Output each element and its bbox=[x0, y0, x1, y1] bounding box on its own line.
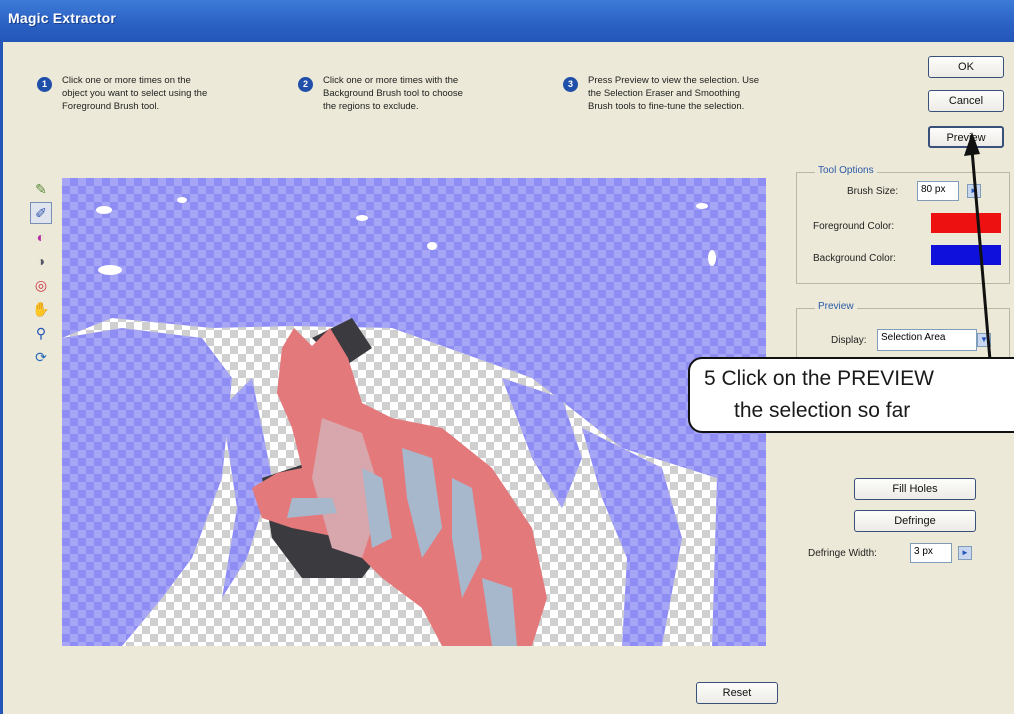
rotate-icon[interactable]: ⟳ bbox=[30, 346, 52, 368]
point-eraser-glyph: ◐ bbox=[36, 229, 46, 245]
zoom-icon[interactable]: ⚲ bbox=[30, 322, 52, 344]
tool-options-legend: Tool Options bbox=[815, 165, 877, 176]
callout-arrow bbox=[964, 132, 992, 361]
step-1-text: Click one or more times on the object yo… bbox=[62, 75, 208, 112]
step-2-number: 2 bbox=[298, 77, 313, 92]
zoom-glyph: ⚲ bbox=[35, 324, 47, 341]
step-3-text: Press Preview to view the selection. Use… bbox=[588, 75, 760, 112]
defringe-width-label: Defringe Width: bbox=[808, 548, 877, 559]
ok-button[interactable]: OK bbox=[928, 56, 1004, 78]
step-3-number: 3 bbox=[563, 77, 578, 92]
instruction-callout: 5 Click on the PREVIEW the selection so … bbox=[688, 357, 1014, 433]
foreground-brush-icon[interactable]: ✎ bbox=[30, 178, 52, 200]
brush-size-input[interactable]: 80 px bbox=[917, 181, 959, 201]
step-2: 2 Click one or more times with the Backg… bbox=[298, 74, 463, 113]
preview-image bbox=[62, 178, 766, 646]
background-brush-glyph: ✐ bbox=[35, 204, 47, 221]
background-brush-icon[interactable]: ✐ bbox=[30, 202, 52, 224]
brush-size-label: Brush Size: bbox=[847, 186, 899, 197]
background-color-label: Background Color: bbox=[813, 253, 896, 264]
display-label: Display: bbox=[831, 335, 867, 346]
image-canvas[interactable] bbox=[62, 178, 766, 646]
hand-icon[interactable]: ✋ bbox=[30, 298, 52, 320]
foreground-color-label: Foreground Color: bbox=[813, 221, 895, 232]
point-eraser-icon[interactable]: ◐ bbox=[30, 226, 52, 248]
foreground-brush-glyph: ✎ bbox=[35, 180, 47, 197]
title-bar: Magic Extractor bbox=[0, 0, 1014, 42]
cancel-button[interactable]: Cancel bbox=[928, 90, 1004, 112]
callout-line-1: 5 Click on the PREVIEW bbox=[704, 367, 934, 390]
reset-button[interactable]: Reset bbox=[696, 682, 778, 704]
preview-legend: Preview bbox=[815, 301, 857, 312]
window-title: Magic Extractor bbox=[8, 10, 117, 26]
step-1-number: 1 bbox=[37, 77, 52, 92]
step-1: 1 Click one or more times on the object … bbox=[37, 74, 208, 113]
defringe-width-input[interactable]: 3 px bbox=[910, 543, 952, 563]
smoothing-brush-icon[interactable]: ◎ bbox=[30, 274, 52, 296]
defringe-button[interactable]: Defringe bbox=[854, 510, 976, 532]
defringe-width-slider-icon[interactable]: ► bbox=[958, 546, 972, 560]
selection-eraser-glyph: ◑ bbox=[36, 253, 46, 269]
hand-glyph: ✋ bbox=[32, 300, 50, 317]
rotate-glyph: ⟳ bbox=[35, 348, 47, 365]
fill-holes-button[interactable]: Fill Holes bbox=[854, 478, 976, 500]
smoothing-brush-glyph: ◎ bbox=[34, 276, 48, 293]
tool-palette: ✎ ✐ ◐ ◑ ◎ ✋ ⚲ ⟳ bbox=[30, 178, 54, 370]
callout-line-2: the selection so far bbox=[734, 399, 911, 422]
step-3: 3 Press Preview to view the selection. U… bbox=[563, 74, 760, 113]
step-2-text: Click one or more times with the Backgro… bbox=[323, 75, 463, 112]
selection-eraser-icon[interactable]: ◑ bbox=[30, 250, 52, 272]
